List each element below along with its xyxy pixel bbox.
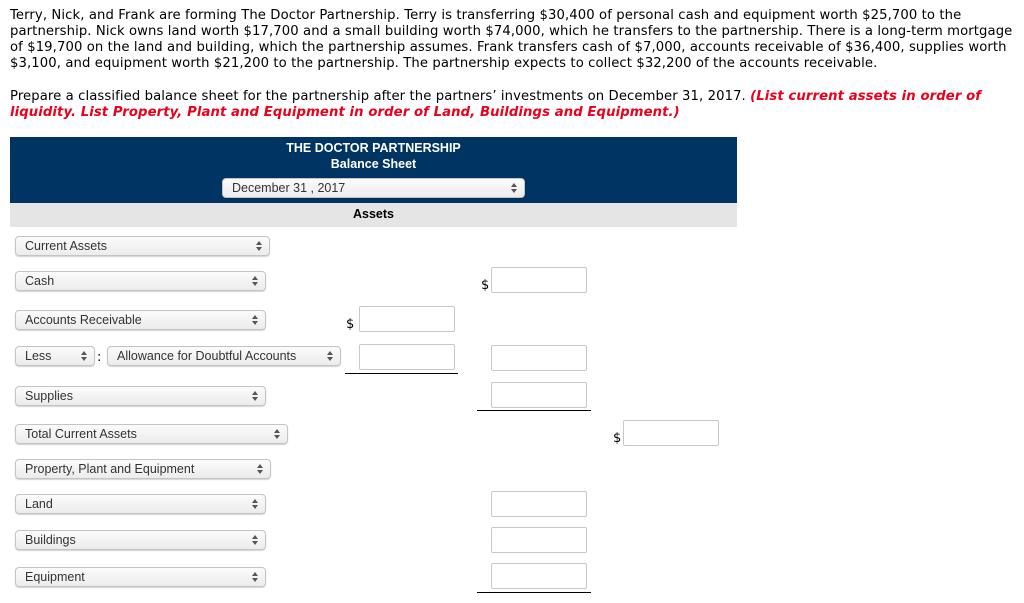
accounts-receivable-select[interactable]: Accounts Receivable	[15, 310, 266, 330]
land-amount-input[interactable]	[491, 491, 587, 517]
equipment-select-value: Equipment	[25, 570, 85, 584]
allowance-select-value: Allowance for Doubtful Accounts	[117, 349, 297, 363]
ppe-select-value: Property, Plant and Equipment	[25, 462, 195, 476]
less-select-value: Less	[25, 349, 52, 363]
buildings-amount-input[interactable]	[491, 527, 587, 553]
statement-title: Balance Sheet	[330, 157, 417, 171]
less-select[interactable]: Less	[15, 346, 95, 366]
select-arrows-icon	[252, 390, 258, 402]
colon-separator: :	[97, 350, 102, 365]
select-arrows-icon	[252, 498, 258, 510]
supplies-select[interactable]: Supplies	[15, 386, 266, 406]
buildings-select-value: Buildings	[25, 533, 76, 547]
select-arrows-icon	[274, 428, 280, 440]
cash-select-value: Cash	[25, 274, 55, 288]
instructions: Prepare a classified balance sheet for t…	[10, 89, 1015, 121]
problem-text: Terry, Nick, and Frank are forming The D…	[10, 8, 1013, 71]
select-arrows-icon	[257, 463, 263, 475]
current-assets-select-value: Current Assets	[25, 239, 107, 253]
land-select[interactable]: Land	[15, 494, 266, 514]
equipment-amount-input[interactable]	[491, 563, 587, 589]
allowance-amount-input[interactable]	[359, 344, 455, 370]
land-select-value: Land	[25, 497, 53, 511]
problem-statement: Terry, Nick, and Frank are forming The D…	[10, 8, 1015, 72]
select-arrows-icon	[252, 314, 258, 326]
date-select[interactable]: December 31 , 2017	[222, 178, 525, 198]
supplies-select-value: Supplies	[25, 389, 73, 403]
supplies-amount-input[interactable]	[491, 382, 587, 408]
allowance-select[interactable]: Allowance for Doubtful Accounts	[107, 346, 341, 366]
subtotal-underline	[477, 410, 591, 411]
buildings-select[interactable]: Buildings	[15, 530, 266, 550]
instructions-text: Prepare a classified balance sheet for t…	[10, 89, 751, 104]
company-name: THE DOCTOR PARTNERSHIP	[286, 141, 461, 155]
select-arrows-icon	[327, 350, 333, 362]
select-arrows-icon	[252, 534, 258, 546]
dollar-sign: $	[613, 431, 622, 446]
balance-sheet-header: THE DOCTOR PARTNERSHIP Balance Sheet Dec…	[10, 137, 737, 203]
equipment-select[interactable]: Equipment	[15, 567, 266, 587]
net-receivable-amount-input[interactable]	[491, 345, 587, 371]
ppe-select[interactable]: Property, Plant and Equipment	[15, 459, 271, 479]
cash-amount-input[interactable]	[491, 267, 587, 293]
date-select-value: December 31 , 2017	[232, 181, 346, 195]
select-arrows-icon	[252, 571, 258, 583]
section-heading-assets: Assets	[10, 203, 737, 227]
accounts-receivable-amount-input[interactable]	[359, 306, 455, 332]
total-current-assets-select[interactable]: Total Current Assets	[15, 424, 288, 444]
total-current-assets-select-value: Total Current Assets	[25, 427, 137, 441]
cash-select[interactable]: Cash	[15, 271, 266, 291]
accounts-receivable-select-value: Accounts Receivable	[25, 313, 142, 327]
dollar-sign: $	[481, 278, 490, 293]
dollar-sign: $	[346, 317, 355, 332]
total-current-assets-amount-input[interactable]	[623, 420, 719, 446]
subtotal-underline	[477, 592, 591, 593]
subtotal-underline	[345, 373, 458, 374]
select-arrows-icon	[511, 182, 517, 194]
select-arrows-icon	[81, 350, 87, 362]
select-arrows-icon	[252, 275, 258, 287]
current-assets-select[interactable]: Current Assets	[15, 236, 270, 256]
select-arrows-icon	[256, 240, 262, 252]
